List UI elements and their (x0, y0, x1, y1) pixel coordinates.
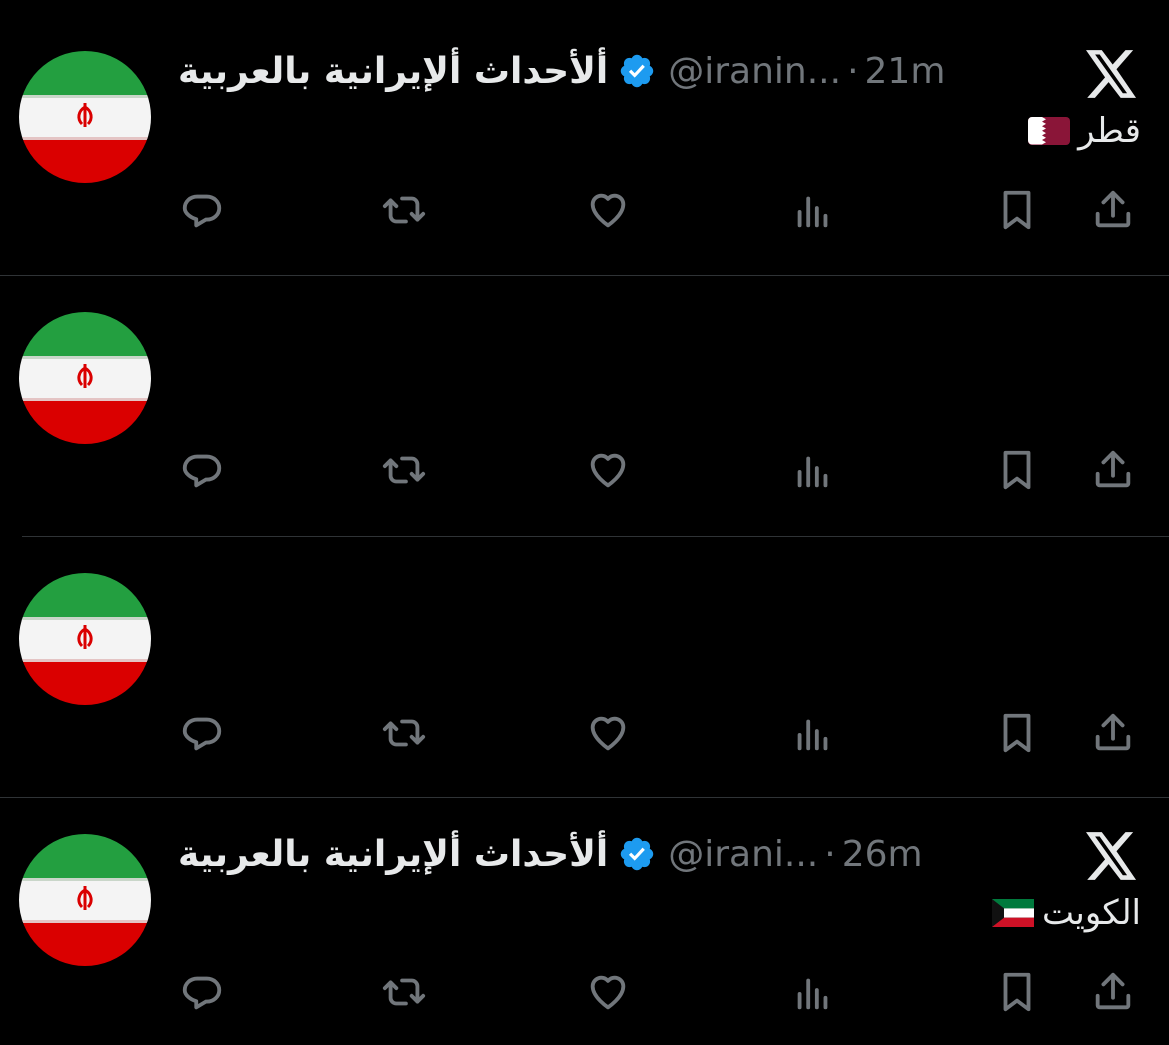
views-button[interactable] (787, 707, 839, 759)
like-icon (590, 716, 626, 751)
tweet[interactable]: ألأحداث ألإيرانية بالعربية @irani... · 2… (0, 798, 1169, 1045)
display-name[interactable]: ألأحداث ألإيرانية بالعربية (178, 51, 608, 92)
tweet-text: الكويت (992, 890, 1141, 936)
retweet-icon (382, 456, 426, 484)
retweet-button[interactable] (378, 707, 430, 759)
like-icon (590, 453, 626, 488)
like-button[interactable] (582, 966, 634, 1018)
bookmark-button[interactable] (991, 966, 1043, 1018)
retweet-icon (382, 978, 426, 1006)
like-button[interactable] (582, 444, 634, 496)
retweet-button[interactable] (378, 966, 430, 1018)
iran-flag-avatar-icon (19, 834, 151, 966)
separator: · (824, 833, 836, 875)
bookmark-button[interactable] (991, 444, 1043, 496)
retweet-button[interactable] (378, 184, 430, 236)
handle[interactable]: @irani... (668, 834, 818, 875)
bookmark-icon (1003, 190, 1031, 230)
like-button[interactable] (582, 707, 634, 759)
tweet-text: قطر (1028, 108, 1141, 154)
handle[interactable]: @iranin... (668, 51, 841, 92)
avatar[interactable] (19, 312, 151, 444)
like-button[interactable] (582, 184, 634, 236)
views-button[interactable] (787, 184, 839, 236)
views-icon (797, 978, 828, 1010)
kuwait-flag-icon (992, 899, 1034, 927)
avatar[interactable] (19, 573, 151, 705)
verified-badge-icon (618, 52, 656, 90)
tweet-text-content: قطر (1078, 111, 1141, 151)
tweet-text-content: الكويت (1042, 893, 1141, 933)
share-icon (1095, 190, 1131, 228)
reply-icon (182, 717, 222, 751)
iran-flag-avatar-icon (19, 312, 151, 444)
retweet-icon (382, 719, 426, 747)
views-icon (797, 456, 828, 488)
views-button[interactable] (787, 444, 839, 496)
avatar[interactable] (19, 834, 151, 966)
bookmark-icon (1003, 713, 1031, 753)
share-button[interactable] (1087, 184, 1139, 236)
tweet[interactable] (0, 276, 1169, 536)
like-icon (590, 975, 626, 1010)
share-icon (1095, 713, 1131, 751)
reply-icon (182, 976, 222, 1010)
x-logo-icon (1086, 832, 1138, 880)
like-icon (590, 193, 626, 228)
reply-button[interactable] (176, 184, 228, 236)
iran-flag-avatar-icon (19, 51, 151, 183)
bookmark-button[interactable] (991, 184, 1043, 236)
share-button[interactable] (1087, 707, 1139, 759)
retweet-icon (382, 196, 426, 224)
qatar-flag-icon (1028, 117, 1071, 145)
x-logo-icon (1086, 50, 1138, 98)
bookmark-icon (1003, 450, 1031, 490)
avatar[interactable] (19, 51, 151, 183)
share-icon (1095, 450, 1131, 488)
reply-button[interactable] (176, 966, 228, 1018)
separator: · (847, 50, 859, 92)
tweet-feed: ألأحداث ألإيرانية بالعربية @iranin... · … (0, 0, 1169, 1045)
views-icon (797, 719, 828, 751)
display-name[interactable]: ألأحداث ألإيرانية بالعربية (178, 834, 608, 875)
bookmark-button[interactable] (991, 707, 1043, 759)
timestamp[interactable]: 21m (865, 51, 946, 92)
tweet[interactable] (0, 537, 1169, 797)
share-icon (1095, 972, 1131, 1010)
bookmark-icon (1003, 972, 1031, 1012)
views-icon (797, 196, 828, 228)
reply-button[interactable] (176, 707, 228, 759)
reply-button[interactable] (176, 444, 228, 496)
retweet-button[interactable] (378, 444, 430, 496)
share-button[interactable] (1087, 444, 1139, 496)
verified-badge-icon (618, 835, 656, 873)
reply-icon (182, 194, 222, 228)
reply-icon (182, 454, 222, 488)
views-button[interactable] (787, 966, 839, 1018)
timestamp[interactable]: 26m (842, 834, 923, 875)
iran-flag-avatar-icon (19, 573, 151, 705)
tweet[interactable]: ألأحداث ألإيرانية بالعربية @iranin... · … (0, 0, 1169, 275)
share-button[interactable] (1087, 966, 1139, 1018)
